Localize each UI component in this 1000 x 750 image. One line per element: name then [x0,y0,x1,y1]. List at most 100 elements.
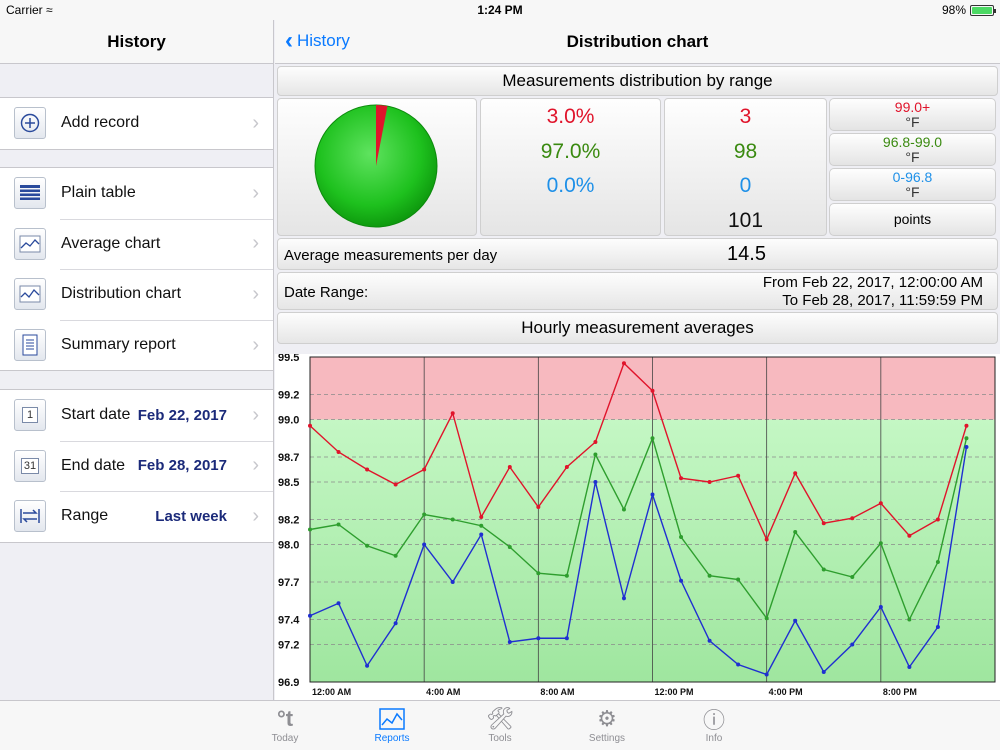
reports-group: Plain table › Average chart › Distributi… [0,167,273,372]
back-button[interactable]: ‹ History [285,29,350,53]
percent-cell: 3.0% 97.0% 0.0% [480,98,661,236]
y-tick-label: 99.5 [278,354,299,364]
data-point [764,537,769,542]
chevron-right-icon: › [252,454,259,477]
add-circle-icon [14,107,46,140]
chevron-right-icon: › [252,504,259,527]
hourly-chart: 96.9 97.2 97.4 97.7 98.0 98.2 98.5 98.7 99.0 99.2… [275,352,1000,700]
plain-table-label: Plain table [61,184,136,202]
data-point [450,517,455,522]
summary-report-label: Summary report [61,336,176,354]
start-date-row[interactable]: 1 Start date Feb 22, 2017 › [0,390,273,441]
sidebar-item-plain-table[interactable]: Plain table › [0,168,273,219]
date-range-label: Date Range: [284,284,369,301]
battery-percent: 98% [941,3,966,17]
data-point [336,601,341,606]
y-tick-label: 99.0 [278,415,299,427]
data-point [793,530,798,534]
data-point [793,471,798,476]
data-point [422,467,427,472]
legend-normal-unit: °F [905,149,920,165]
data-point [564,636,569,641]
data-point [450,580,455,584]
chevron-right-icon: › [252,232,259,255]
tab-today[interactable]: °t Today [240,705,330,744]
tab-settings-label: Settings [588,733,626,744]
page-title: Distribution chart [566,32,709,51]
data-point [964,436,969,441]
data-point [422,542,427,547]
legend-normal-range: 96.8-99.0 [882,134,943,150]
points-label: points [893,211,932,227]
count-cell: 3 98 0 101 [664,98,827,236]
date-range-row: Date Range: From Feb 22, 2017, 12:00:00 … [277,272,998,310]
start-calendar-day: 1 [21,407,39,424]
average-label: Average measurements per day [284,247,498,264]
count-low: 0 [739,174,752,197]
data-point [593,480,598,484]
sidebar-navbar: History [0,20,273,64]
y-tick-label: 96.9 [278,677,299,689]
info-icon: ⓘ [702,708,725,733]
data-point [479,532,484,537]
add-record-row[interactable]: Add record › [0,98,273,149]
end-date-row[interactable]: 31 End date Feb 28, 2017 › [0,440,273,492]
chevron-right-icon: › [252,282,259,305]
date-range-from: From Feb 22, 2017, 12:00:00 AM [762,274,983,291]
sidebar-item-distribution-chart[interactable]: Distribution chart › [0,269,273,320]
data-point [621,596,626,601]
chevron-right-icon: › [252,333,259,356]
data-point [365,467,370,472]
data-point [336,522,341,527]
x-tick-label: 8:00 PM [883,687,917,697]
sidebar-item-average-chart[interactable]: Average chart › [0,218,273,270]
tab-tools-label: Tools [488,733,512,744]
data-point [821,567,826,572]
tab-reports[interactable]: Reports [347,705,437,744]
data-point [679,578,684,583]
data-point [564,573,569,578]
legend-low: 0-96.8 °F [829,168,996,201]
tab-tools[interactable]: 🛠 Tools [455,705,545,744]
data-point [850,516,855,521]
data-point [935,517,940,522]
add-record-group: Add record › [0,97,273,150]
data-point [650,388,655,393]
data-point [821,670,826,674]
legend-normal: 96.8-99.0 °F [829,133,996,166]
x-tick-label: 4:00 AM [426,687,460,697]
legend-high-range: 99.0+ [894,99,931,115]
tab-settings[interactable]: ⚙ Settings [562,705,652,744]
x-tick-label: 12:00 PM [655,687,694,697]
date-range-to: To Feb 28, 2017, 11:59:59 PM [782,292,983,309]
chevron-right-icon: › [252,111,259,134]
y-tick-label: 98.2 [278,515,299,527]
data-point [679,476,684,481]
data-point [308,613,312,618]
range-row[interactable]: Range Last week › [0,491,273,542]
reports-chart-icon [347,705,437,733]
distribution-chart-label: Distribution chart [61,285,182,303]
distribution-header: Measurements distribution by range [277,66,998,96]
data-point [365,663,370,668]
percent-high: 3.0% [546,105,595,128]
percent-low: 0.0% [546,174,595,197]
sidebar-item-summary-report[interactable]: Summary report › [0,319,273,371]
carrier-text: Carrier [6,3,43,17]
legend-high-unit: °F [905,114,920,130]
hourly-header: Hourly measurement averages [277,312,998,344]
data-point [964,423,969,428]
chevron-right-icon: › [252,403,259,426]
data-point [850,642,855,647]
y-tick-label: 98.0 [278,540,299,552]
data-point [935,560,940,564]
data-point [308,527,312,532]
x-tick-label: 4:00 PM [769,687,803,697]
y-tick-label: 97.4 [278,615,300,627]
main-panel: ‹ History Distribution chart Measurement… [275,20,1000,700]
data-point [850,575,855,579]
tab-info[interactable]: ⓘ Info [669,705,759,744]
legend-points: points [829,203,996,236]
data-point [707,480,712,484]
main-navbar: ‹ History Distribution chart [275,20,1000,64]
